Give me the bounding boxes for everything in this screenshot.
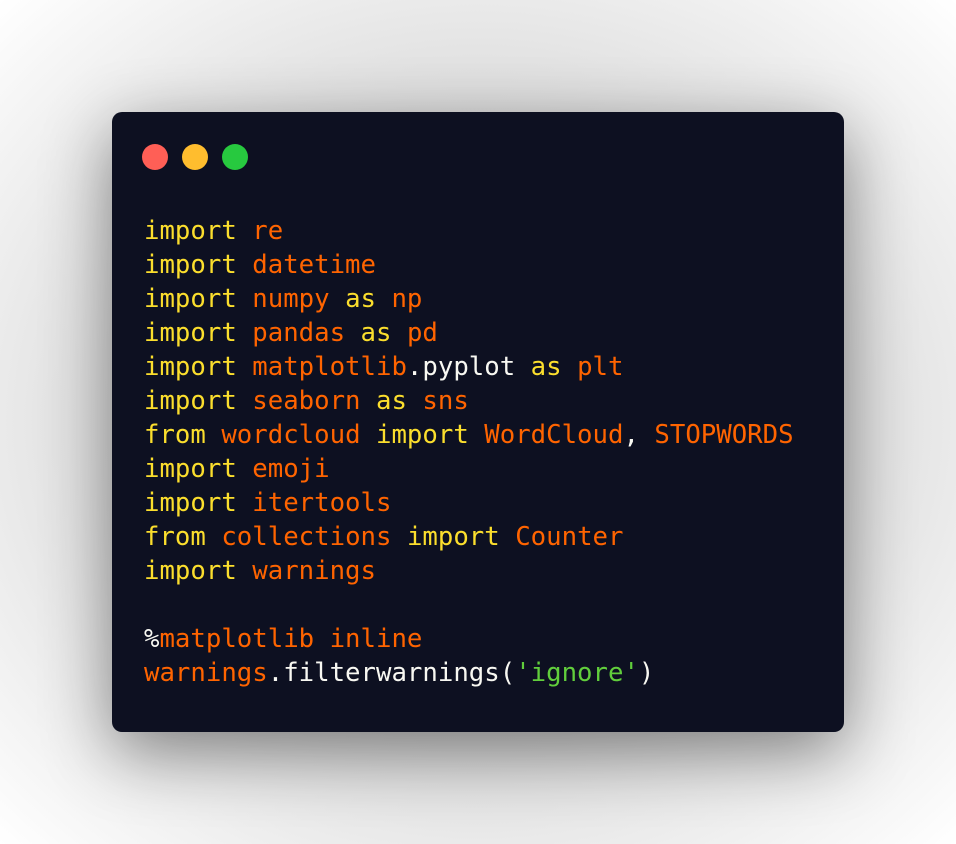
code-line: import seaborn as sns xyxy=(144,384,794,418)
code-token-keyword: import xyxy=(144,352,237,382)
code-line: import warnings xyxy=(144,554,794,588)
close-dot[interactable] xyxy=(142,144,168,170)
code-token-keyword: as xyxy=(376,386,407,416)
code-token-name: warnings xyxy=(144,658,268,688)
code-token-keyword: import xyxy=(144,556,237,586)
code-token-name: re xyxy=(252,216,284,246)
code-line: import itertools xyxy=(144,486,794,520)
code-token-keyword: from xyxy=(144,420,206,450)
code-token-name: warnings xyxy=(252,556,376,586)
code-token-name: datetime xyxy=(252,250,376,280)
code-token-plain: % xyxy=(144,624,160,654)
code-line: import datetime xyxy=(144,248,794,282)
code-token-name: emoji xyxy=(252,454,330,484)
code-token-name: matplotlib xyxy=(252,352,407,382)
code-token-keyword: as xyxy=(530,352,562,382)
code-token-keyword: import xyxy=(144,284,237,314)
code-token-name: collections xyxy=(221,522,392,552)
code-token-name: matplotlib inline xyxy=(159,624,423,654)
code-line: import re xyxy=(144,214,794,248)
code-token-keyword: as xyxy=(360,318,392,348)
code-line: from wordcloud import WordCloud, STOPWOR… xyxy=(144,418,794,452)
code-block: import re import datetime import numpy as … xyxy=(144,214,794,690)
code-token-name: seaborn xyxy=(252,386,361,416)
window-controls xyxy=(142,144,248,170)
maximize-dot[interactable] xyxy=(222,144,248,170)
code-line: import matplotlib.pyplot as plt xyxy=(144,350,794,384)
code-token-plain: .pyplot xyxy=(406,352,516,382)
code-token-keyword: import xyxy=(144,488,237,518)
code-token-keyword: import xyxy=(144,250,237,280)
code-token-name: numpy xyxy=(252,284,330,314)
code-line: from collections import Counter xyxy=(144,520,794,554)
code-token-name: plt xyxy=(577,352,624,382)
code-line: import numpy as np xyxy=(144,282,794,316)
code-line: import pandas as pd xyxy=(144,316,794,350)
code-token-name: pandas xyxy=(252,318,346,348)
backdrop: import re import datetime import numpy as … xyxy=(0,0,956,844)
code-token-keyword: import xyxy=(406,522,500,552)
code-token-keyword: import xyxy=(144,386,237,416)
code-token-name: np xyxy=(391,284,423,314)
code-token-keyword: import xyxy=(144,216,237,246)
code-line: import emoji xyxy=(144,452,794,486)
code-token-name: pd xyxy=(406,318,438,348)
code-token-keyword: import xyxy=(144,454,237,484)
code-token-keyword: import xyxy=(144,318,237,348)
code-line: %matplotlib inline xyxy=(144,622,794,656)
code-token-plain: ) xyxy=(638,658,655,688)
code-line: warnings.filterwarnings('ignore') xyxy=(144,656,794,690)
code-token-name: WordCloud xyxy=(484,420,624,450)
code-token-keyword: as xyxy=(345,284,376,314)
code-token-keyword: import xyxy=(376,420,469,450)
code-token-plain: , xyxy=(623,420,655,450)
code-token-name: Counter xyxy=(515,522,624,552)
code-token-keyword: from xyxy=(144,522,206,552)
code-token-name: STOPWORDS xyxy=(654,420,794,450)
code-token-name: itertools xyxy=(252,488,392,518)
code-token-name: wordcloud xyxy=(221,420,361,450)
code-token-name: sns xyxy=(422,386,469,416)
code-window: import re import datetime import numpy as … xyxy=(112,112,844,732)
code-token-string: 'ignore' xyxy=(515,658,639,688)
code-token-plain: .filterwarnings( xyxy=(267,658,516,688)
minimize-dot[interactable] xyxy=(182,144,208,170)
